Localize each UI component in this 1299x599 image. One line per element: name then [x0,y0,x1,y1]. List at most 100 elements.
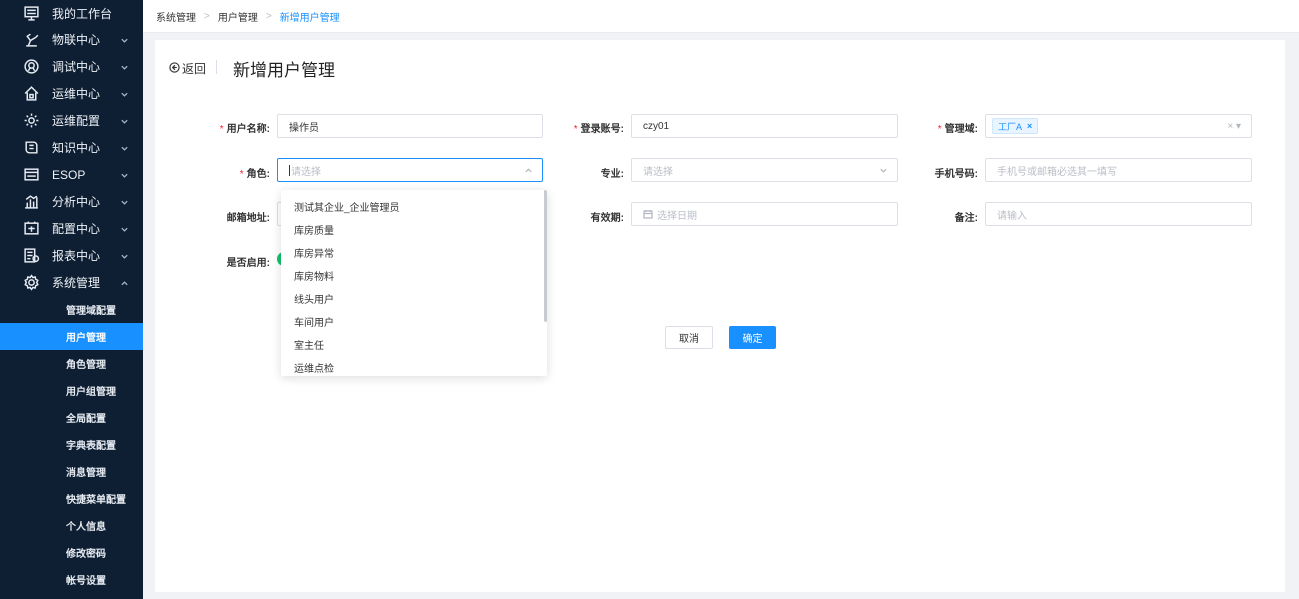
role-option[interactable]: 室主任 [281,333,547,356]
breadcrumb-separator-icon: > [204,10,210,22]
sidebar-item-analysis[interactable]: 分析中心 [0,188,143,215]
sidebar-item-report[interactable]: 报表中心 [0,242,143,269]
submenu-dictionary-config[interactable]: 字典表配置 [0,431,143,458]
submenu-profile[interactable]: 个人信息 [0,512,143,539]
role-option[interactable]: 测试其企业_企业管理员 [281,195,547,218]
submenu-change-password[interactable]: 修改密码 [0,539,143,566]
cancel-button[interactable]: 取消 [665,326,713,349]
page-title: 新增用户管理 [233,61,335,80]
remark-input[interactable]: 请输入 [985,202,1252,226]
validity-label: 有效期: [590,213,624,224]
email-label: 邮箱地址: [226,213,270,224]
sidebar-item-label: 分析中心 [52,195,101,209]
chevron-down-icon [120,250,129,259]
sidebar-item-ops-config[interactable]: 运维配置 [0,107,143,134]
sidebar-item-config[interactable]: 配置中心 [0,215,143,242]
sidebar-item-label: 物联中心 [52,33,101,47]
role-option[interactable]: 车间用户 [281,310,547,333]
robot-arm-icon [22,31,40,49]
role-option[interactable]: 库房物料 [281,264,547,287]
chevron-down-icon [120,169,129,178]
account-input[interactable]: czy01 [631,114,898,138]
account-value: czy01 [643,120,670,132]
role-option[interactable]: 运维点检 [281,356,547,376]
sidebar-item-ops[interactable]: 运维中心 [0,80,143,107]
breadcrumb-item-current: 新增用户管理 [279,12,340,24]
domain-label: * 管理域: [937,124,978,135]
submenu-usergroup-management[interactable]: 用户组管理 [0,377,143,404]
username-value: 操作员 [289,122,319,134]
submenu-role-management[interactable]: 角色管理 [0,350,143,377]
role-placeholder: 请选择 [291,166,321,178]
sidebar-item-label: 我的工作台 [52,6,113,21]
chevron-down-icon [120,88,129,97]
sidebar-item-label: ESOP [52,167,86,182]
sidebar-item-label: 运维中心 [52,87,101,101]
chevron-up-icon [120,277,129,286]
role-option[interactable]: 库房异常 [281,241,547,264]
username-input[interactable]: 操作员 [277,114,543,138]
role-options-list: 测试其企业_企业管理员 库房质量 库房异常 库房物料 线头用户 车间用户 室主任… [281,190,547,376]
role-option[interactable]: 线头用户 [281,287,547,310]
dropdown-scrollbar[interactable] [544,190,547,322]
submenu-global-config[interactable]: 全局配置 [0,404,143,431]
clear-icon[interactable]: × ▾ [1227,121,1241,132]
role-label: * 角色: [239,169,270,180]
debug-icon [22,58,40,76]
sidebar-item-label: 运维配置 [52,114,101,128]
domain-tag: 工厂A × [992,118,1039,134]
back-arrow-icon [169,61,180,76]
chevron-up-icon [524,166,533,175]
sidebar-item-workbench[interactable]: 我的工作台 [0,0,143,26]
sidebar-item-label: 配置中心 [52,222,101,236]
book-icon [22,139,40,157]
sidebar-item-knowledge[interactable]: 知识中心 [0,134,143,161]
major-select[interactable]: 请选择 [631,158,898,182]
gear-icon [22,112,40,130]
submenu-user-management[interactable]: 用户管理 [0,323,143,350]
validity-datepicker[interactable]: 选择日期 [631,202,898,226]
calendar-icon [643,209,653,219]
enabled-label: 是否启用: [226,258,270,269]
sidebar-item-label: 调试中心 [52,60,101,74]
submenu-shortcut-config[interactable]: 快捷菜单配置 [0,485,143,512]
chevron-down-icon [120,196,129,205]
phone-label: 手机号码: [934,169,978,180]
role-option[interactable]: 库房质量 [281,218,547,241]
username-label: * 用户名称: [219,124,270,135]
title-divider [216,60,217,74]
sidebar-item-label: 知识中心 [52,141,101,155]
chevron-down-icon [120,142,129,151]
settings-icon [22,274,40,292]
role-select[interactable]: 请选择 [277,158,543,182]
config-icon [22,220,40,238]
phone-input[interactable]: 手机号或邮箱必选其一填写 [985,158,1252,182]
remark-placeholder: 请输入 [997,210,1027,222]
account-label: * 登录账号: [573,124,624,135]
sidebar-item-system[interactable]: 系统管理 [0,269,143,296]
chevron-down-icon [120,61,129,70]
sidebar-item-label: 报表中心 [52,249,101,263]
chevron-down-icon [120,115,129,124]
confirm-button[interactable]: 确定 [729,326,776,349]
domain-select[interactable]: 工厂A × × ▾ [985,114,1252,138]
submenu-message-management[interactable]: 消息管理 [0,458,143,485]
chevron-down-icon [120,34,129,43]
breadcrumb-item[interactable]: 系统管理 [156,9,196,24]
major-placeholder: 请选择 [643,166,673,178]
breadcrumb-separator-icon: > [265,10,272,22]
chevron-down-icon [120,223,129,232]
breadcrumb-item[interactable]: 用户管理 [218,9,258,24]
remark-label: 备注: [954,213,978,224]
back-button[interactable]: 返回 [169,60,206,77]
submenu-account-settings[interactable]: 帐号设置 [0,566,143,593]
text-caret [289,164,290,176]
back-label: 返回 [182,62,207,76]
submenu-domain-config[interactable]: 管理域配置 [0,296,143,323]
sidebar-item-debug[interactable]: 调试中心 [0,53,143,80]
tag-close-icon[interactable]: × [1027,121,1032,131]
role-dropdown: 测试其企业_企业管理员 库房质量 库房异常 库房物料 线头用户 车间用户 室主任… [281,190,547,376]
chevron-down-icon [879,166,888,175]
sidebar-item-iot[interactable]: 物联中心 [0,26,143,53]
sidebar-item-esop[interactable]: ESOP [0,161,143,188]
